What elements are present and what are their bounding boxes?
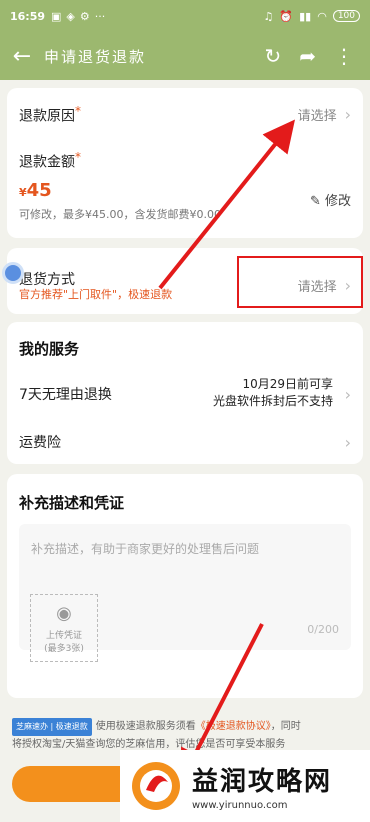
alarm-icon: ⏰ (279, 9, 294, 23)
chevron-right-icon: › (344, 384, 351, 404)
watermark-logo-icon (132, 762, 180, 810)
camera-icon: ◉ (56, 603, 72, 624)
gear-icon: ⚙ (79, 9, 90, 23)
services-title: 我的服务 (19, 340, 80, 358)
refund-card: 退款原因* 请选择 › 退款金额* ¥45 ✎ 修改 可修改，最多¥45.00，… (7, 88, 363, 238)
refund-amount-value: ¥45 (19, 180, 52, 201)
return-method-recommendation: 官方推荐"上门取件"，极速退款 (19, 288, 173, 301)
title-bar: ← 申请退货退款 ↻ ➦ ⋮ (0, 32, 370, 80)
evidence-title: 补充描述和凭证 (19, 494, 125, 512)
watermark: 益润攻略网 www.yirunnuo.com (120, 750, 370, 822)
chevron-right-icon: › (344, 105, 351, 125)
status-notification-icons: ▣ ◈ ⚙ ··· (51, 10, 105, 23)
floating-assistant-icon[interactable] (2, 262, 24, 284)
services-card: 我的服务 7天无理由退换 › 10月29日前可享 光盘软件拆封后不支持 运费险 … (7, 322, 363, 464)
refresh-icon[interactable]: ↻ (264, 44, 281, 68)
pencil-icon: ✎ (309, 194, 321, 209)
notification-icon: ▣ (51, 9, 62, 23)
refund-reason-label: 退款原因* (19, 104, 81, 125)
refund-reason-select[interactable]: 请选择 › (298, 105, 351, 124)
mute-icon: ♫ (263, 9, 274, 23)
watermark-name: 益润攻略网 (192, 767, 333, 797)
upload-evidence-button[interactable]: ◉ 上传凭证 (最多3张) (30, 594, 98, 662)
status-time: 16:59 (10, 9, 46, 23)
status-system-icons: ♫ ⏰ ▮▮ ◠ 100 (264, 10, 360, 23)
edit-amount-button[interactable]: ✎ 修改 (310, 190, 351, 209)
refund-amount-label: 退款金额* (19, 150, 81, 171)
refund-reason-row[interactable]: 退款原因* 请选择 › (19, 104, 351, 126)
wifi-icon: ◠ (317, 9, 327, 23)
evidence-card: 补充描述和凭证 补充描述，有助于商家更好的处理售后问题 0/200 (7, 474, 363, 698)
watermark-url: www.yirunnuo.com (192, 800, 288, 811)
description-counter: 0/200 (307, 623, 339, 636)
annotation-highlight-box (237, 256, 363, 308)
app-notification-icon: ◈ (66, 9, 75, 23)
signal-icon: ▮▮ (299, 9, 312, 23)
description-placeholder: 补充描述，有助于商家更好的处理售后问题 (31, 542, 260, 556)
service-item-shipping-insurance[interactable]: 运费险 › (19, 432, 351, 452)
agreement-link[interactable]: 《极速退款协议》 (196, 721, 271, 732)
title-actions: ↻ ➦ ⋮ (264, 44, 370, 68)
agreement-text: 芝麻速办 | 极速退款 使用极速退款服务须看《极速退款协议》，同时 将授权淘宝/天… (12, 718, 360, 754)
page-title: 申请退货退款 (44, 47, 147, 66)
chevron-right-icon: › (344, 432, 351, 452)
refund-amount-note: 可修改，最多¥45.00，含发货邮费¥0.00 (19, 208, 221, 221)
status-bar: 16:59 ▣ ◈ ⚙ ··· ♫ ⏰ ▮▮ ◠ 100 (0, 0, 370, 32)
share-icon[interactable]: ➦ (299, 44, 316, 68)
more-notifications-icon: ··· (94, 9, 106, 23)
refund-amount-row: 退款金额* (19, 150, 351, 172)
battery-icon: 100 (332, 10, 360, 22)
sesame-badge: 芝麻速办 | 极速退款 (12, 718, 92, 736)
back-arrow-icon[interactable]: ← (0, 44, 44, 69)
more-icon[interactable]: ⋮ (334, 44, 354, 68)
service-7day-detail: 10月29日前可享 光盘软件拆封后不支持 (212, 377, 333, 408)
